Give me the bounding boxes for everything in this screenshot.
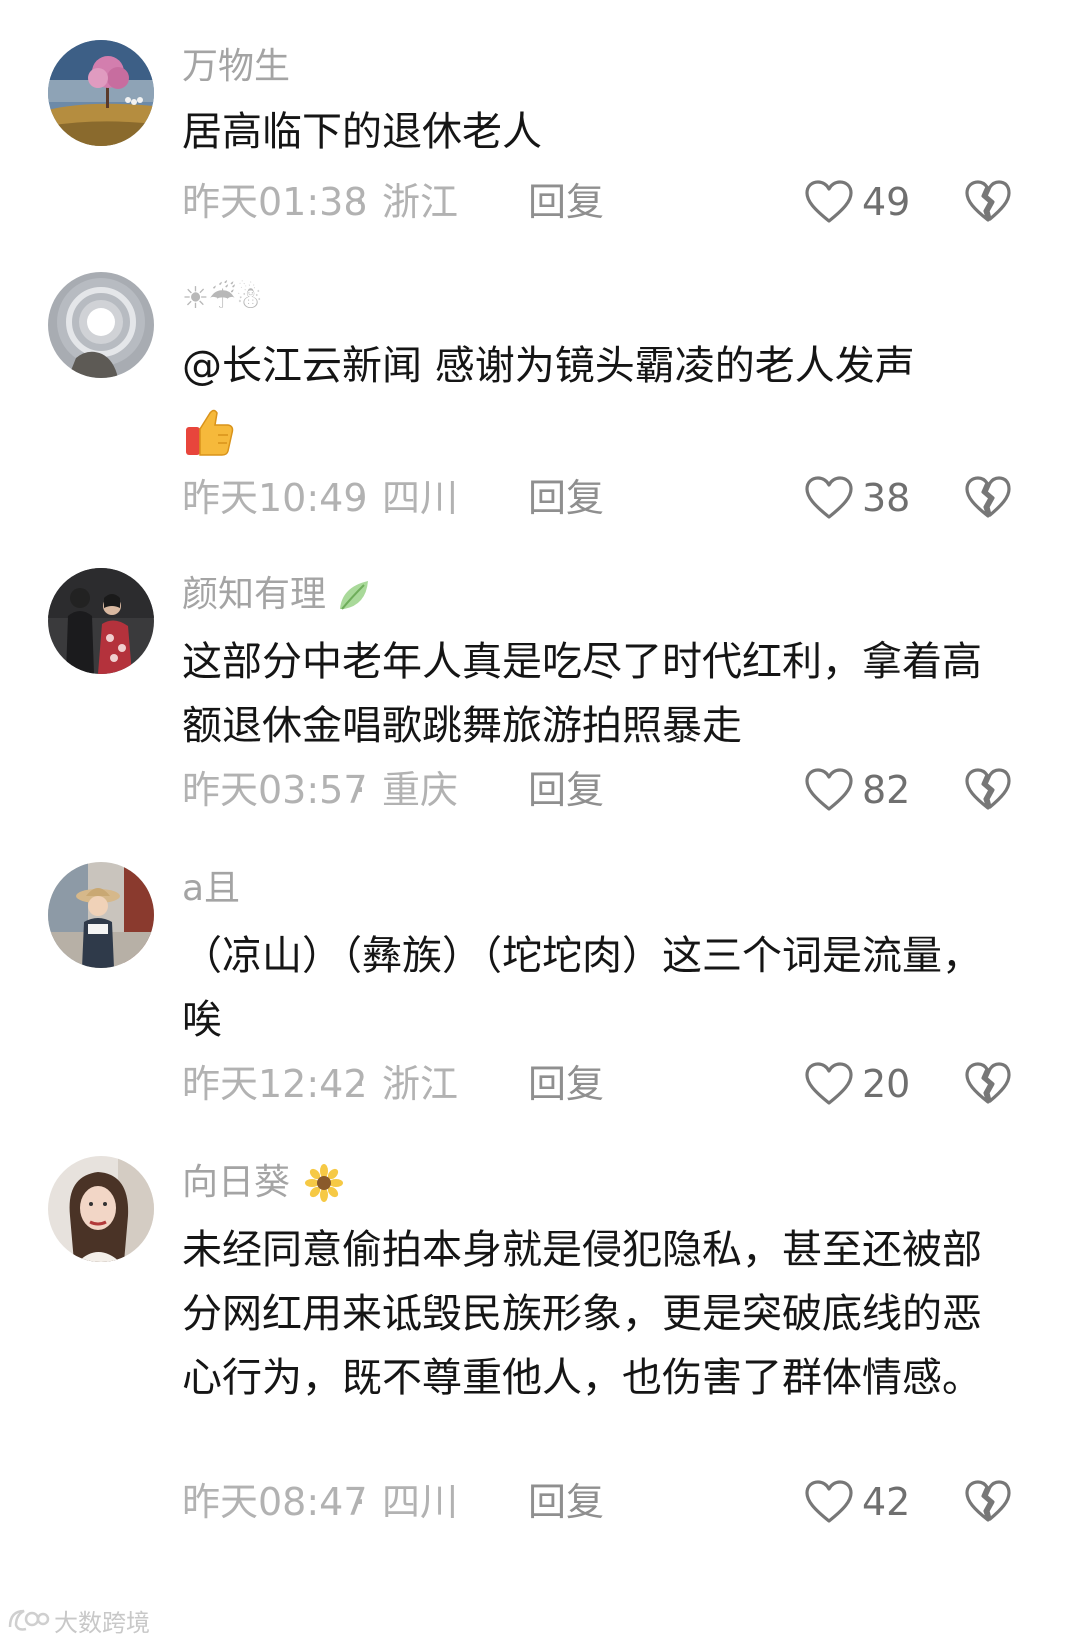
like-button[interactable]: 42: [804, 1472, 910, 1532]
reply-button[interactable]: 回复: [528, 172, 604, 232]
sun-halo-avatar: [48, 272, 154, 378]
like-button[interactable]: 82: [804, 760, 910, 820]
avatar[interactable]: [48, 862, 154, 968]
comment-text: 居高临下的退休老人: [182, 109, 542, 155]
heart-icon: [805, 180, 853, 223]
comment-meta: 昨天10:49 · 四川 回复 38: [182, 468, 1042, 528]
username[interactable]: 向日葵: [182, 1158, 344, 1208]
comment-region: 四川: [382, 476, 459, 520]
comment-meta: 昨天03:57 · 重庆 回复 82: [182, 760, 1042, 820]
comment-region: 浙江: [382, 180, 459, 224]
dislike-button[interactable]: [964, 474, 1012, 520]
broken-heart-icon: [965, 180, 1011, 222]
comment-time: 昨天03:57: [182, 768, 368, 812]
reply-button[interactable]: 回复: [528, 1472, 604, 1532]
like-button[interactable]: 38: [804, 468, 910, 528]
heart-icon: [805, 476, 853, 519]
sunflower-icon: [305, 1164, 344, 1202]
woman-portrait-avatar: [48, 1156, 154, 1262]
landscape-tree-avatar: [48, 40, 154, 146]
dislike-button[interactable]: [964, 178, 1012, 224]
comment-text: 这部分中老年人真是吃尽了时代红利，拿着高额退休金唱歌跳舞旅游拍照暴走: [182, 639, 982, 749]
comment-text: 未经同意偷拍本身就是侵犯隐私，甚至还被部分网红用来诋毁民族形象，更是突破底线的恶…: [182, 1227, 982, 1401]
username-text: 向日葵: [182, 1162, 291, 1203]
username[interactable]: a且: [182, 864, 240, 914]
reply-button[interactable]: 回复: [528, 1054, 604, 1114]
avatar[interactable]: [48, 272, 154, 378]
like-count: 82: [862, 768, 911, 812]
comment-time: 昨天12:42: [182, 1062, 368, 1106]
broken-heart-icon: [965, 1062, 1011, 1104]
heart-icon: [805, 1062, 853, 1105]
username-text: ☀☔☃: [182, 281, 263, 316]
child-hat-avatar: [48, 862, 154, 968]
comment-region: 四川: [382, 1480, 459, 1524]
username-text: 万物生: [182, 46, 291, 87]
leaf-icon: [340, 581, 369, 610]
heart-icon: [805, 1480, 853, 1523]
broken-heart-icon: [965, 1480, 1011, 1522]
watermark-text: 大数跨境: [54, 1608, 150, 1637]
avatar[interactable]: [48, 568, 154, 674]
thumbs-up-icon: [186, 409, 234, 456]
like-count: 42: [862, 1480, 911, 1524]
meta-separator: ·: [354, 180, 367, 224]
comment-text-content: @长江云新闻 感谢为镜头霸凌的老人发声: [182, 343, 915, 389]
like-count: 38: [862, 476, 911, 520]
comment-region: 浙江: [382, 1062, 459, 1106]
reply-button[interactable]: 回复: [528, 468, 604, 528]
comment-text: （凉山）（彝族）（坨坨肉）这三个词是流量，唉: [182, 933, 982, 1043]
comment-meta: 昨天08:47 · 四川 回复 42: [182, 1472, 1042, 1532]
dislike-button[interactable]: [964, 1060, 1012, 1106]
username[interactable]: 万物生: [182, 42, 290, 92]
like-count: 49: [862, 180, 911, 224]
meta-separator: ·: [354, 476, 367, 520]
avatar[interactable]: [48, 1156, 154, 1262]
broken-heart-icon: [965, 768, 1011, 810]
logo-icon: [8, 1609, 50, 1631]
comment-text: @长江云新闻 感谢为镜头霸凌的老人发声: [182, 334, 1002, 462]
couple-photo-avatar: [48, 568, 154, 674]
username[interactable]: 颜知有理: [182, 570, 374, 620]
username-text: a且: [182, 868, 241, 909]
like-button[interactable]: 49: [804, 172, 910, 232]
username[interactable]: ☀☔☃: [182, 274, 263, 324]
meta-separator: ·: [354, 1062, 367, 1106]
comment-meta: 昨天12:42 · 浙江 回复 20: [182, 1054, 1042, 1114]
heart-icon: [805, 768, 853, 811]
avatar[interactable]: [48, 40, 154, 146]
username-text: 颜知有理: [182, 574, 327, 615]
dislike-button[interactable]: [964, 766, 1012, 812]
meta-separator: ·: [354, 1480, 367, 1524]
watermark: 大数跨境: [6, 1602, 150, 1638]
comment-time: 昨天10:49: [182, 476, 368, 520]
comment-time: 昨天01:38: [182, 180, 368, 224]
comment-region: 重庆: [382, 768, 459, 812]
broken-heart-icon: [965, 476, 1011, 518]
dislike-button[interactable]: [964, 1478, 1012, 1524]
like-button[interactable]: 20: [804, 1054, 910, 1114]
comment-meta: 昨天01:38 · 浙江 回复 49: [182, 172, 1042, 232]
like-count: 20: [862, 1062, 911, 1106]
comment-time: 昨天08:47: [182, 1480, 368, 1524]
reply-button[interactable]: 回复: [528, 760, 604, 820]
meta-separator: ·: [354, 768, 367, 812]
